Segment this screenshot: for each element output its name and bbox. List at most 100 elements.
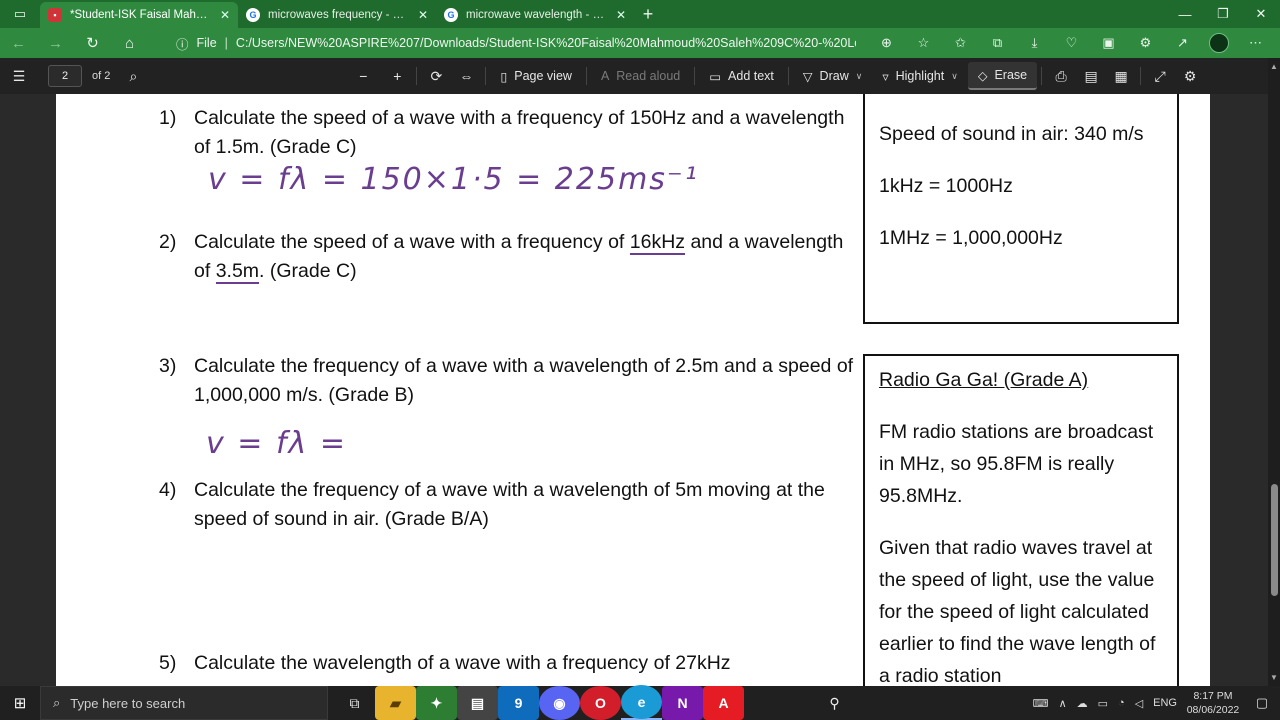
pdf-viewer[interactable]: 1) Calculate the speed of a wave with a … [0, 94, 1268, 686]
page-number-input[interactable]: 2 [48, 65, 82, 87]
language-indicator[interactable]: ENG [1148, 697, 1182, 709]
chevron-down-icon[interactable]: ∨ [951, 71, 958, 82]
question-text-part: Calculate the speed of a wave with a fre… [194, 231, 630, 253]
page-view-button[interactable]: ▯ Page view [490, 62, 582, 90]
question-text: Calculate the wavelength of a wave with … [194, 652, 731, 674]
draw-button[interactable]: ▽ Draw ∨ [793, 62, 872, 90]
tab-strip: ▭ ▪ *Student-ISK Faisal Mahmoud Saleh 9C… [0, 0, 1280, 28]
draw-icon: ▽ [802, 69, 813, 84]
info-icon[interactable]: ⓘ [176, 34, 189, 53]
tab-actions-icon[interactable]: ▭ [0, 0, 40, 28]
eraser-icon: ◇ [977, 68, 988, 83]
divider [787, 67, 789, 85]
zoom-in-icon[interactable]: + [382, 68, 412, 84]
minimize-icon[interactable]: — [1166, 0, 1204, 28]
close-tab-icon[interactable]: ✕ [616, 8, 626, 22]
close-window-icon[interactable]: ✕ [1242, 0, 1280, 28]
clock[interactable]: 8:17 PM 08/06/2022 [1182, 689, 1244, 717]
back-icon[interactable]: ← [0, 35, 37, 52]
url-text[interactable]: C:/Users/NEW%20ASPIRE%207/Downloads/Stud… [236, 36, 856, 50]
radio-box-paragraph-2: Given that radio waves travel at the spe… [879, 537, 1156, 686]
browser-toolbar-actions: ⊕ ☆ ✩ ⧉ ⤓ ♡ ▣ ⚙ ↗ ⋯ [868, 28, 1274, 58]
file-explorer-icon[interactable]: ▰ [375, 686, 416, 720]
downloads-icon[interactable]: ⤓ [1016, 35, 1053, 51]
forward-icon[interactable]: → [37, 35, 74, 52]
chevron-down-icon[interactable]: ∨ [856, 71, 863, 82]
erase-button[interactable]: ◇ Erase [967, 62, 1038, 90]
zoom-icon[interactable]: ⊕ [868, 35, 905, 51]
divider [1041, 67, 1043, 85]
volume-icon[interactable]: ◁ [1130, 697, 1148, 710]
network-icon[interactable]: ◔ [1113, 697, 1130, 709]
close-tab-icon[interactable]: ✕ [220, 8, 230, 22]
question-5: 5) Calculate the wavelength of a wave wi… [159, 649, 859, 681]
onedrive-icon[interactable]: ☁ [1072, 697, 1093, 710]
tab-microwaves-frequency[interactable]: G microwaves frequency - Google Search ✕ [238, 2, 436, 28]
show-hidden-icons-icon[interactable]: ∧ [1054, 697, 1072, 710]
profile-avatar[interactable] [1209, 33, 1229, 53]
opera-icon[interactable]: O [580, 686, 621, 720]
notification-icon[interactable]: ▢ [1244, 695, 1280, 711]
edge-icon[interactable]: e [621, 685, 662, 720]
print-icon[interactable]: ⎙ [1046, 68, 1076, 85]
read-aloud-button[interactable]: A Read aloud [591, 62, 690, 90]
web-capture-icon[interactable]: ▣ [1090, 35, 1127, 51]
contents-icon[interactable]: ☰ [4, 68, 34, 85]
url-field[interactable]: ⓘ File | C:/Users/NEW%20ASPIRE%207/Downl… [176, 34, 856, 53]
discord-icon[interactable]: ◉ [539, 686, 580, 720]
question-text: Calculate the frequency of a wave with a… [194, 479, 825, 530]
favorites-icon[interactable]: ✩ [942, 35, 979, 51]
fullscreen-icon[interactable]: ⤢ [1145, 68, 1175, 85]
scroll-down-icon[interactable]: ▼ [1270, 673, 1278, 682]
extensions-icon[interactable]: ⚙ [1127, 35, 1164, 51]
handwritten-answer-1: v = fλ = 150×1·5 = 225ms⁻¹ [208, 162, 699, 197]
google-icon: G [246, 8, 260, 22]
question-number: 5) [159, 652, 177, 674]
tab-title: microwave wavelength - Google Search [466, 9, 608, 21]
task-view-icon[interactable]: ⧉ [334, 686, 375, 720]
people-icon[interactable]: ⚲ [814, 686, 855, 720]
scrollbar-thumb[interactable] [1271, 484, 1278, 596]
mail-icon[interactable]: 9 [498, 686, 539, 720]
search-icon[interactable]: ⌕ [118, 68, 148, 85]
close-tab-icon[interactable]: ✕ [418, 8, 428, 22]
read-aloud-icon: A [600, 69, 610, 83]
refresh-icon[interactable]: ↻ [74, 34, 111, 52]
maximize-icon[interactable]: ❐ [1204, 0, 1242, 28]
onenote-icon[interactable]: N [662, 686, 703, 720]
question-text: Calculate the speed of a wave with a fre… [194, 228, 854, 286]
add-favorite-icon[interactable]: ☆ [905, 35, 942, 51]
draw-label: Draw [819, 69, 849, 83]
highlight-button[interactable]: ▿ Highlight ∨ [872, 62, 968, 90]
collections-icon[interactable]: ⧉ [979, 35, 1016, 51]
page-view-label: Page view [514, 69, 572, 83]
acrobat-icon[interactable]: A [703, 686, 744, 720]
add-text-button[interactable]: ▭ Add text [699, 62, 784, 90]
question-2: 2) Calculate the speed of a wave with a … [159, 228, 859, 288]
tab-microwave-wavelength[interactable]: G microwave wavelength - Google Search ✕ [436, 2, 634, 28]
new-tab-button[interactable]: + [634, 0, 662, 28]
vertical-scrollbar[interactable]: ▲ ▼ [1268, 58, 1280, 686]
tab-pdf-document[interactable]: ▪ *Student-ISK Faisal Mahmoud Saleh 9C -… [40, 2, 238, 28]
info-box: Speed of sound in air: 340 m/s 1kHz = 10… [863, 94, 1179, 324]
search-icon: ⌕ [53, 695, 61, 710]
save-icon[interactable]: ▤ [1076, 68, 1106, 85]
divider [585, 67, 587, 85]
app-icon[interactable]: ✦ [416, 686, 457, 720]
settings-gear-icon[interactable]: ⚙ [1175, 68, 1205, 85]
share-icon[interactable]: ↗ [1164, 35, 1201, 51]
rotate-icon[interactable]: ⟳ [421, 68, 451, 85]
windows-start-icon[interactable]: ⊞ [0, 694, 40, 712]
battery-icon[interactable]: ▭ [1093, 697, 1113, 710]
save-as-icon[interactable]: ▦ [1106, 68, 1136, 85]
taskbar-search[interactable]: ⌕ Type here to search [40, 686, 328, 720]
zoom-out-icon[interactable]: − [348, 68, 378, 84]
more-options-icon[interactable]: ⋯ [1237, 35, 1274, 51]
fit-page-icon[interactable]: ⇔ [451, 68, 481, 84]
app-icon[interactable]: ▤ [457, 686, 498, 720]
question-text: Calculate the speed of a wave with a fre… [194, 107, 845, 158]
home-icon[interactable]: ⌂ [111, 35, 148, 52]
keyboard-icon[interactable]: ⌨ [1028, 697, 1054, 710]
heart-icon[interactable]: ♡ [1053, 35, 1090, 51]
scroll-up-icon[interactable]: ▲ [1270, 62, 1278, 71]
